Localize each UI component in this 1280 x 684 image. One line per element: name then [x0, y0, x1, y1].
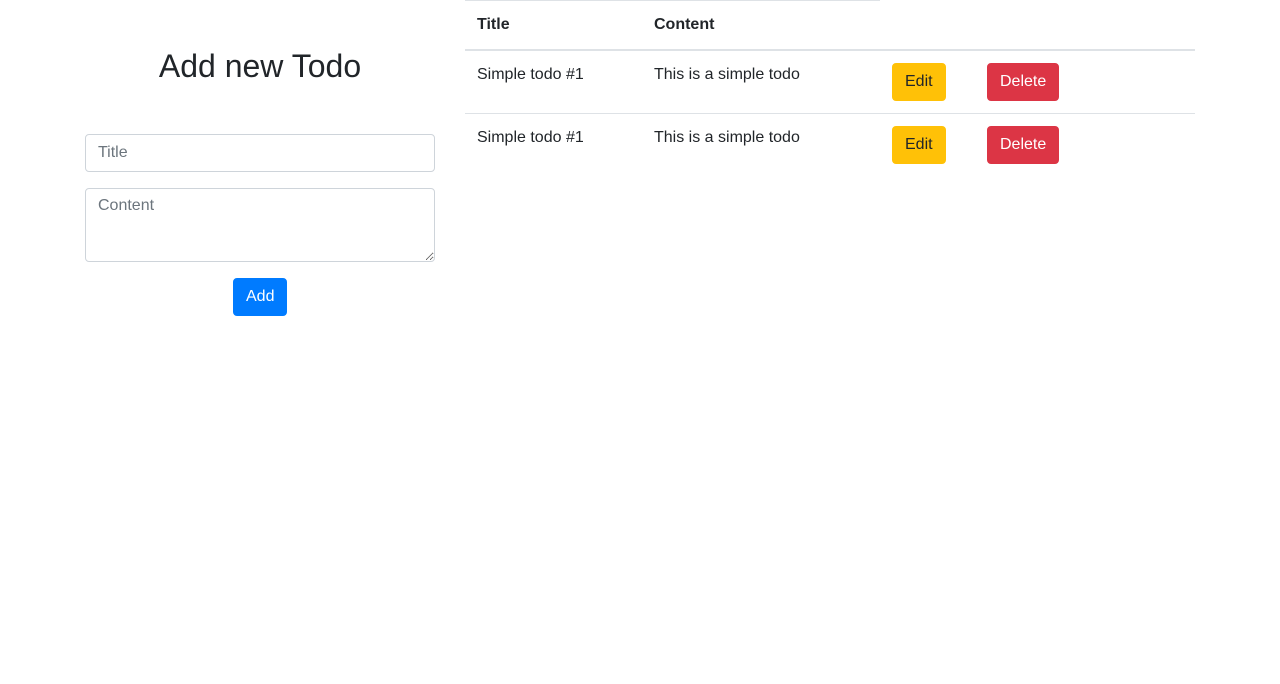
edit-button[interactable]: Edit: [892, 62, 946, 101]
form-heading: Add new Todo: [158, 48, 362, 84]
delete-button[interactable]: Delete: [987, 125, 1060, 164]
table-header: Title Content: [465, 0, 1195, 51]
todo-table: Title Content Simple todo #1 This is a s…: [465, 0, 1195, 176]
page: Add new Todo Add Title Content Simple to…: [0, 0, 1280, 684]
table-row: Simple todo #1 This is a simple todo Edi…: [465, 50, 1195, 114]
row-content: This is a simple todo: [642, 112, 880, 176]
edit-button[interactable]: Edit: [892, 125, 946, 164]
table-row: Simple todo #1 This is a simple todo Edi…: [465, 112, 1195, 176]
row-delete-cell: Delete: [975, 50, 1195, 114]
delete-button[interactable]: Delete: [987, 62, 1060, 101]
row-edit-cell: Edit: [880, 50, 975, 114]
table-header-row: Title Content: [465, 0, 1195, 51]
todo-table-wrap: Title Content Simple todo #1 This is a s…: [465, 0, 1195, 176]
title-input[interactable]: [85, 134, 435, 172]
header-content: Content: [642, 0, 880, 51]
table-body: Simple todo #1 This is a simple todo Edi…: [465, 50, 1195, 176]
row-title: Simple todo #1: [477, 65, 584, 83]
header-title: Title: [465, 0, 642, 51]
row-delete-cell: Delete: [975, 112, 1195, 176]
header-edit-empty: [880, 0, 975, 51]
add-button[interactable]: Add: [233, 278, 287, 316]
header-delete-empty: [975, 0, 1195, 51]
content-textarea[interactable]: [85, 188, 435, 262]
row-edit-cell: Edit: [880, 112, 975, 176]
row-title: Simple todo #1: [465, 112, 642, 176]
row-content: This is a simple todo: [654, 65, 800, 83]
